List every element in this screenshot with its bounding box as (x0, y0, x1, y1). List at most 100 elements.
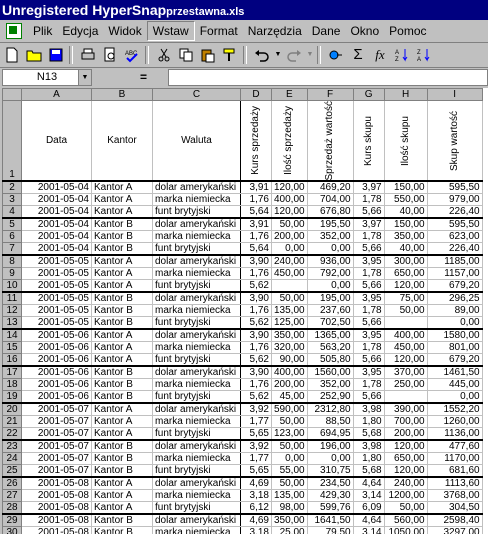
table-cell[interactable]: Kantor B (91, 514, 153, 528)
table-cell[interactable]: 1260,00 (426, 415, 483, 429)
table-cell[interactable]: 5,68 (352, 427, 385, 442)
header-cell[interactable]: Ilość skupu (383, 100, 428, 183)
header-cell[interactable]: Kurs skupu (352, 100, 385, 183)
row-header[interactable]: 1 (2, 100, 22, 183)
table-cell[interactable]: 505,80 (306, 353, 354, 368)
table-cell[interactable]: 352,00 (306, 230, 354, 244)
table-cell[interactable]: 5,65 (240, 464, 272, 479)
table-cell[interactable]: funt brytyjski (152, 316, 241, 331)
table-cell[interactable]: 50,00 (383, 304, 428, 318)
undo-dropdown-icon[interactable]: ▼ (274, 45, 282, 65)
table-cell[interactable]: Kantor B (91, 464, 153, 479)
table-cell[interactable]: 6,12 (240, 501, 272, 516)
table-cell[interactable] (383, 390, 428, 405)
table-cell[interactable]: dolar amerykański (152, 255, 241, 269)
header-cell[interactable]: Kantor (91, 100, 153, 183)
spelling-icon[interactable]: ABC (122, 45, 142, 65)
autosum-icon[interactable]: Σ (348, 45, 368, 65)
table-cell[interactable]: 450,00 (271, 267, 308, 281)
table-cell[interactable]: 0,00 (426, 390, 483, 405)
table-cell[interactable]: 2001-05-04 (21, 230, 92, 244)
table-cell[interactable]: 123,00 (271, 427, 308, 442)
table-cell[interactable]: Kantor B (91, 452, 153, 466)
row-header[interactable]: 26 (2, 477, 22, 491)
table-cell[interactable]: 2001-05-08 (21, 526, 92, 534)
table-cell[interactable]: marka niemiecka (152, 341, 241, 355)
table-cell[interactable]: 0,00 (306, 279, 354, 294)
row-header[interactable]: 15 (2, 341, 22, 355)
table-cell[interactable]: funt brytyjski (152, 279, 241, 294)
table-cell[interactable]: 0,00 (426, 316, 483, 331)
table-cell[interactable]: 2001-05-06 (21, 329, 92, 343)
table-cell[interactable] (271, 279, 308, 294)
table-cell[interactable]: 350,00 (271, 514, 308, 528)
table-cell[interactable]: 98,00 (271, 501, 308, 516)
table-cell[interactable]: 1,78 (352, 341, 385, 355)
table-cell[interactable]: Kantor B (91, 242, 153, 257)
table-cell[interactable]: 623,00 (426, 230, 483, 244)
table-cell[interactable]: 4,64 (352, 477, 385, 491)
table-cell[interactable]: 2001-05-08 (21, 514, 92, 528)
table-cell[interactable]: 681,60 (426, 464, 483, 479)
table-cell[interactable]: 477,60 (426, 440, 483, 454)
table-cell[interactable]: 3,92 (240, 403, 272, 417)
table-cell[interactable]: 120,00 (383, 440, 428, 454)
row-header[interactable]: 10 (2, 279, 22, 294)
row-header[interactable]: 8 (2, 255, 22, 269)
table-cell[interactable]: 2001-05-07 (21, 464, 92, 479)
table-cell[interactable]: funt brytyjski (152, 427, 241, 442)
hyperlink-icon[interactable] (326, 45, 346, 65)
sort-ascending-icon[interactable]: AZ (392, 45, 412, 65)
table-cell[interactable]: 0,00 (306, 242, 354, 257)
table-cell[interactable]: marka niemiecka (152, 526, 241, 534)
table-cell[interactable]: 226,40 (426, 242, 483, 257)
print-preview-icon[interactable] (100, 45, 120, 65)
table-cell[interactable]: 5,66 (352, 316, 385, 331)
excel-document-icon[interactable] (6, 23, 22, 39)
table-cell[interactable]: 3,95 (352, 329, 385, 343)
row-header[interactable]: 13 (2, 316, 22, 331)
table-cell[interactable]: marka niemiecka (152, 267, 241, 281)
row-header[interactable]: 16 (2, 353, 22, 368)
table-cell[interactable]: 120,00 (383, 353, 428, 368)
table-cell[interactable]: funt brytyjski (152, 353, 241, 368)
table-cell[interactable]: funt brytyjski (152, 390, 241, 405)
table-cell[interactable]: 55,00 (271, 464, 308, 479)
table-cell[interactable]: 2001-05-05 (21, 304, 92, 318)
header-cell[interactable]: Kurs sprzedaży (240, 100, 272, 183)
table-cell[interactable]: 200,00 (271, 378, 308, 392)
table-cell[interactable]: 195,00 (306, 292, 354, 306)
table-cell[interactable]: 676,80 (306, 205, 354, 220)
row-header[interactable]: 27 (2, 489, 22, 503)
row-header[interactable]: 25 (2, 464, 22, 479)
table-cell[interactable]: 1113,60 (426, 477, 483, 491)
table-cell[interactable]: 1560,00 (306, 366, 354, 380)
column-header[interactable]: G (352, 88, 385, 101)
column-header[interactable]: F (306, 88, 354, 101)
table-cell[interactable]: 226,40 (426, 205, 483, 220)
table-cell[interactable]: 599,76 (306, 501, 354, 516)
table-cell[interactable]: Kantor A (91, 205, 153, 220)
insert-function-icon[interactable]: fx (370, 45, 390, 65)
menu-widok[interactable]: Widok (103, 22, 146, 40)
table-cell[interactable]: 595,50 (426, 181, 483, 195)
menu-pomoc[interactable]: Pomoc (384, 22, 431, 40)
table-cell[interactable]: 1,76 (240, 267, 272, 281)
table-cell[interactable]: 3,90 (240, 366, 272, 380)
table-cell[interactable]: 3297,00 (426, 526, 483, 534)
table-cell[interactable]: 400,00 (271, 366, 308, 380)
table-cell[interactable]: 2001-05-05 (21, 267, 92, 281)
table-cell[interactable]: 200,00 (271, 230, 308, 244)
table-cell[interactable]: 50,00 (271, 218, 308, 232)
table-cell[interactable]: 2001-05-05 (21, 255, 92, 269)
table-cell[interactable]: 590,00 (271, 403, 308, 417)
table-cell[interactable]: 150,00 (383, 181, 428, 195)
table-cell[interactable]: 3,97 (352, 218, 385, 232)
table-cell[interactable] (383, 316, 428, 331)
table-cell[interactable]: 89,00 (426, 304, 483, 318)
table-cell[interactable]: 350,00 (383, 230, 428, 244)
table-cell[interactable]: 1,78 (352, 378, 385, 392)
table-cell[interactable]: Kantor A (91, 427, 153, 442)
sort-descending-icon[interactable]: ZA (414, 45, 434, 65)
table-cell[interactable]: 237,60 (306, 304, 354, 318)
